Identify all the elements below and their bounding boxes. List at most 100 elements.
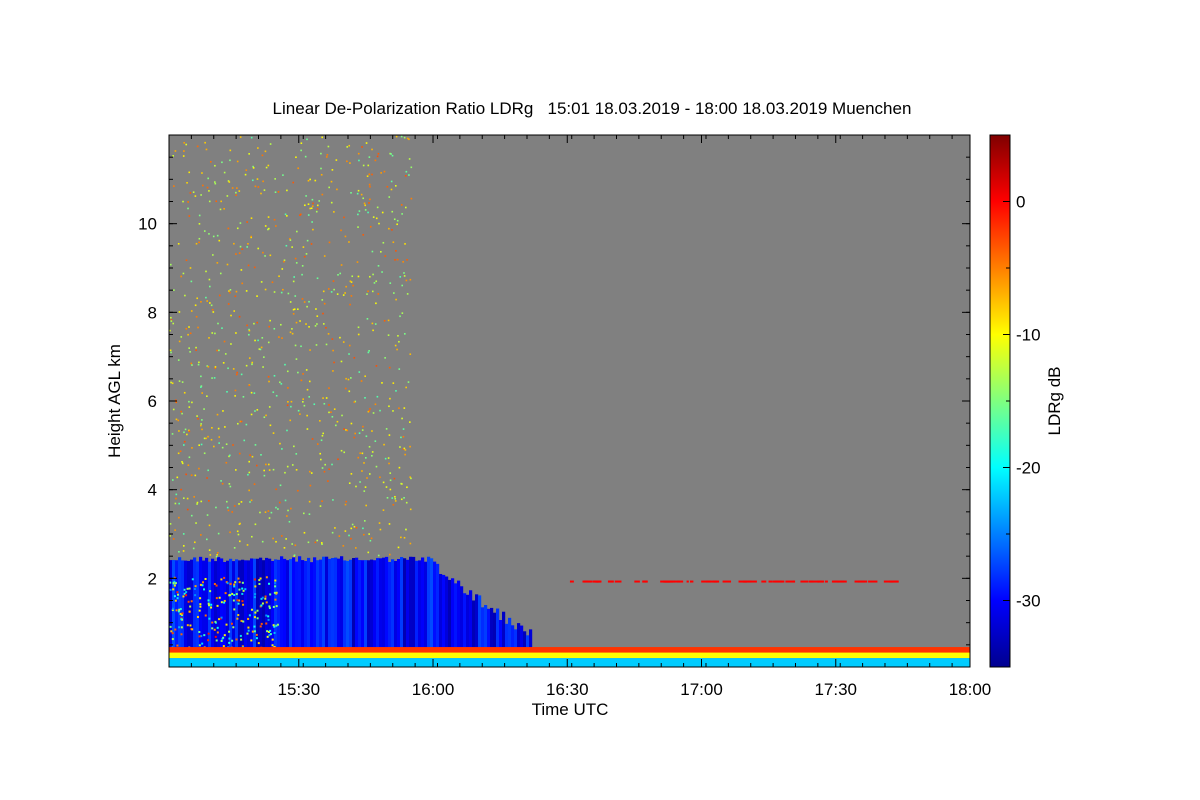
heatmap-cell xyxy=(273,218,276,221)
heatmap-cell xyxy=(188,456,191,459)
heatmap-cell xyxy=(263,189,266,191)
heatmap-cell xyxy=(195,346,197,349)
heatmap-cell xyxy=(405,386,407,389)
heatmap-cell xyxy=(634,580,640,583)
heatmap-cell xyxy=(463,593,467,656)
heatmap-cell xyxy=(171,479,174,481)
heatmap-cell xyxy=(268,227,270,230)
heatmap-cell xyxy=(233,505,236,507)
heatmap-cell xyxy=(248,357,251,359)
heatmap-cell xyxy=(186,587,189,590)
heatmap-cell xyxy=(410,166,413,169)
heatmap-cell xyxy=(178,502,180,505)
heatmap-cell xyxy=(220,601,223,604)
heatmap-cell xyxy=(194,594,197,597)
heatmap-cell xyxy=(254,410,256,412)
heatmap-cell xyxy=(343,216,345,219)
heatmap-cell xyxy=(330,180,333,183)
heatmap-cell xyxy=(217,427,220,430)
heatmap-cell xyxy=(198,644,201,647)
heatmap-cell xyxy=(263,474,266,477)
heatmap-cell xyxy=(286,215,288,217)
heatmap-cell xyxy=(363,490,366,492)
heatmap-cell xyxy=(369,539,372,542)
heatmap-cell xyxy=(217,552,219,554)
heatmap-cell xyxy=(240,269,243,271)
heatmap-cell xyxy=(200,423,202,425)
heatmap-cell xyxy=(253,266,256,269)
heatmap-cell xyxy=(352,284,354,287)
heatmap-cell xyxy=(188,326,190,328)
heatmap-cell xyxy=(187,600,190,603)
heatmap-cell xyxy=(194,304,197,307)
heatmap-cell xyxy=(196,503,198,505)
heatmap-cell xyxy=(238,581,241,584)
heatmap-cell xyxy=(251,630,254,633)
heatmap-cell xyxy=(403,447,406,450)
heatmap-cell xyxy=(235,593,238,596)
heatmap-cell xyxy=(268,325,271,328)
heatmap-cell xyxy=(221,446,224,449)
heatmap-cell xyxy=(244,588,247,591)
heatmap-cell xyxy=(312,228,314,231)
heatmap-cell xyxy=(238,252,241,254)
heatmap-cell xyxy=(175,401,178,404)
heatmap-cell xyxy=(194,474,197,477)
heatmap-cell xyxy=(361,429,364,431)
heatmap-cell xyxy=(198,635,201,638)
heatmap-cell xyxy=(391,559,395,656)
heatmap-cell xyxy=(183,150,185,152)
heatmap-cell xyxy=(274,178,276,180)
heatmap-cell xyxy=(208,617,211,620)
heatmap-cell xyxy=(320,458,322,461)
heatmap-cell xyxy=(182,200,184,203)
heatmap-cell xyxy=(345,285,347,288)
y-tick-label: 6 xyxy=(148,392,157,411)
heatmap-cell xyxy=(231,511,234,513)
heatmap-cell xyxy=(191,364,193,366)
heatmap-cell xyxy=(239,245,242,248)
heatmap-cell xyxy=(182,533,185,535)
heatmap-cell xyxy=(231,592,234,595)
heatmap-cell xyxy=(238,523,241,526)
heatmap-cell xyxy=(291,464,294,466)
heatmap-cell xyxy=(686,580,689,583)
heatmap-cell xyxy=(274,191,277,193)
heatmap-cell xyxy=(340,449,343,452)
heatmap-cell xyxy=(378,222,380,225)
heatmap-cell xyxy=(342,341,345,343)
heatmap-cell xyxy=(173,289,175,291)
heatmap-cell xyxy=(186,508,189,511)
heatmap-cell xyxy=(305,195,307,197)
heatmap-cell xyxy=(250,639,253,642)
heatmap-cell xyxy=(364,397,366,399)
heatmap-cell xyxy=(316,204,319,207)
heatmap-cell xyxy=(216,262,219,264)
heatmap-cell xyxy=(362,164,365,167)
heatmap-cell xyxy=(242,603,245,606)
heatmap-cell xyxy=(300,345,302,348)
heatmap-cell xyxy=(201,172,203,174)
heatmap-cell xyxy=(238,452,241,455)
heatmap-cell xyxy=(369,185,371,188)
heatmap-cell xyxy=(377,293,380,295)
heatmap-cell xyxy=(369,408,371,410)
heatmap-cell xyxy=(284,471,286,474)
heatmap-cell xyxy=(389,479,392,482)
heatmap-cell xyxy=(373,282,376,284)
heatmap-cell xyxy=(180,488,182,491)
heatmap-cell xyxy=(346,429,349,432)
heatmap-cell xyxy=(213,181,216,183)
heatmap-cell xyxy=(223,171,226,174)
heatmap-cell xyxy=(229,531,231,534)
heatmap-cell xyxy=(362,527,364,530)
heatmap-cell xyxy=(293,308,296,310)
heatmap-cell xyxy=(236,371,238,374)
heatmap-cell xyxy=(360,380,363,382)
heatmap-cell xyxy=(273,591,276,594)
heatmap-cell xyxy=(244,173,247,176)
heatmap-cell xyxy=(408,138,410,141)
heatmap-cell xyxy=(222,636,225,639)
heatmap-cell xyxy=(216,604,219,607)
heatmap-cell xyxy=(237,533,240,536)
